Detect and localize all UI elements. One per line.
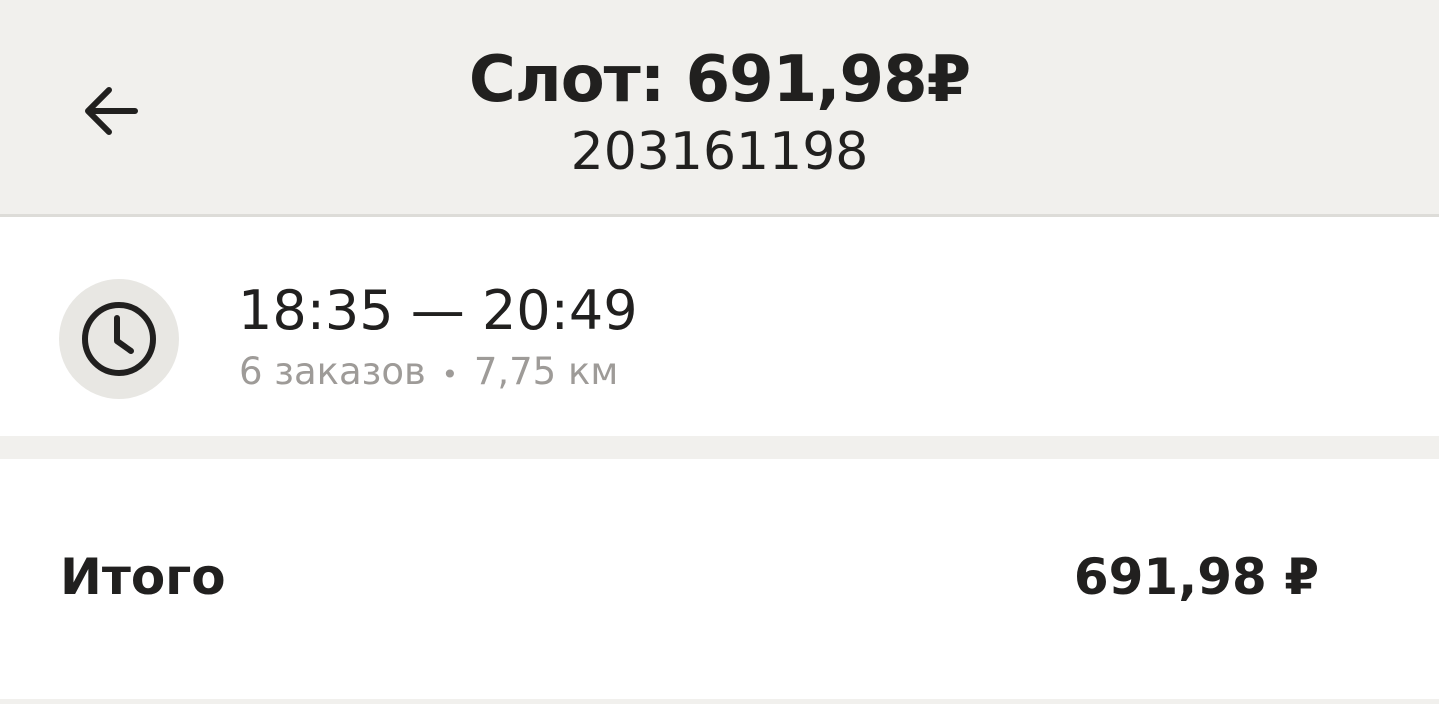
total-label: Итого bbox=[60, 548, 226, 606]
total-card: Итого 691,98 ₽ bbox=[0, 459, 1439, 699]
meta-separator: • bbox=[441, 358, 459, 391]
header: Слот: 691,98₽ 203161198 bbox=[0, 0, 1439, 214]
total-value: 691,98 ₽ bbox=[1073, 548, 1319, 606]
slot-meta: 6 заказов • 7,75 км bbox=[239, 349, 618, 398]
slot-card: 18:35 — 20:49 6 заказов • 7,75 км bbox=[0, 217, 1439, 436]
time-range: 18:35 — 20:49 bbox=[238, 279, 638, 342]
distance: 7,75 км bbox=[473, 350, 619, 393]
orders-count: 6 заказов bbox=[239, 350, 426, 393]
clock-icon-badge bbox=[59, 279, 179, 399]
page-title: Слот: 691,98₽ bbox=[468, 43, 971, 117]
clock-icon bbox=[82, 302, 156, 376]
slot-id: 203161198 bbox=[570, 122, 869, 182]
